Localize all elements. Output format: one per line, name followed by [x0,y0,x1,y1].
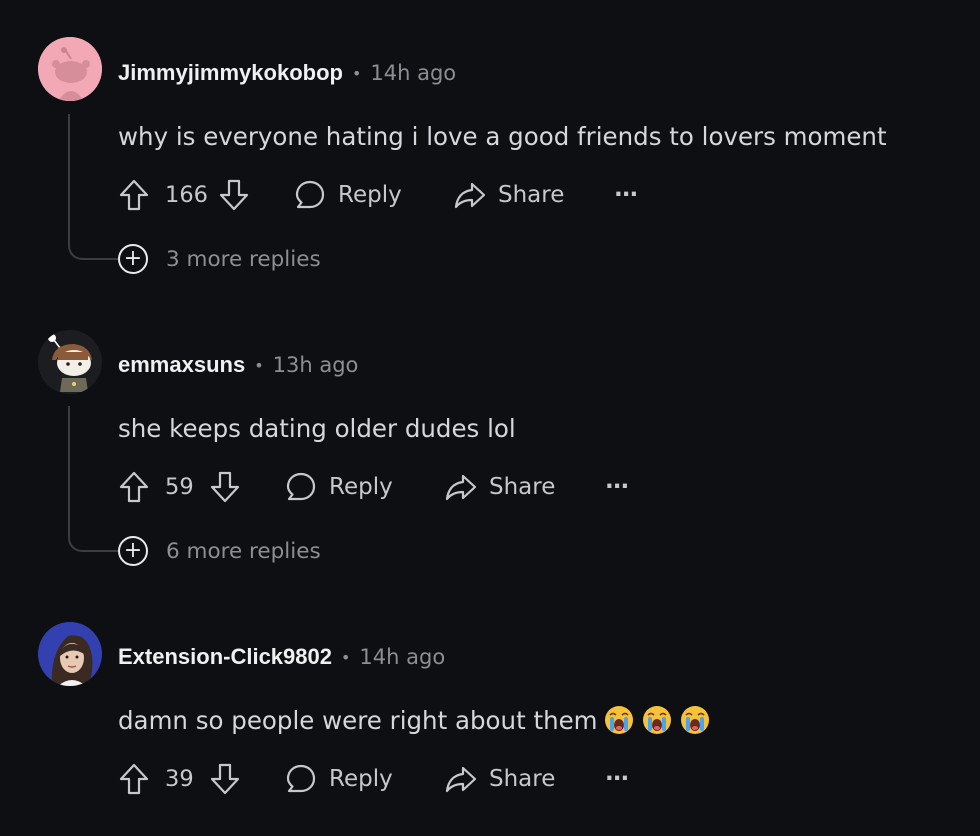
loudly-crying-face-icon [680,706,709,734]
share-arrow-icon [454,182,486,209]
timestamp[interactable]: 13h ago [273,353,359,377]
comment-meta: Extension-Click9802 • 14h ago [118,642,445,672]
meta-separator: • [351,63,362,83]
share-arrow-icon [445,474,477,501]
comment-meta: emmaxsuns • 13h ago [118,350,358,380]
reply-button[interactable]: Reply [294,175,402,215]
avatar[interactable] [38,37,102,101]
comment-meta: Jimmyjimmykokobop • 14h ago [118,58,456,88]
comment-bubble-icon [295,180,325,209]
vote-count: 166 [165,182,208,208]
more-replies-label: 6 more replies [166,538,321,564]
profile-photo-icon [38,622,102,686]
comment-bubble-icon [286,764,316,793]
username[interactable]: Extension-Click9802 [118,644,332,670]
meta-separator: • [340,647,351,667]
upvote-icon [119,763,149,795]
share-label: Share [489,474,556,500]
upvote-icon [119,179,149,211]
downvote-button[interactable] [209,759,241,799]
expand-plus-icon: + [118,244,148,274]
more-options-button[interactable]: ··· [605,759,629,799]
loudly-crying-face-icon [604,706,633,734]
loudly-crying-face-icon [642,706,671,734]
share-button[interactable]: Share [454,175,564,215]
share-button[interactable]: Share [445,759,555,799]
reply-button[interactable]: Reply [285,467,393,507]
comment-body: she keeps dating older dudes lol [118,413,516,443]
thread-line [68,406,120,552]
timestamp[interactable]: 14h ago [370,61,456,85]
comment-body: why is everyone hating i love a good fri… [118,121,887,151]
vote-count: 59 [165,474,194,500]
snoo-avatar-icon [38,37,102,101]
downvote-icon [210,763,240,795]
upvote-button[interactable] [118,467,150,507]
share-label: Share [489,766,556,792]
more-replies-link[interactable]: + 3 more replies [118,243,321,275]
downvote-icon [219,179,249,211]
upvote-icon [119,471,149,503]
share-arrow-icon [445,766,477,793]
more-options-button[interactable]: ··· [614,175,638,215]
avatar[interactable] [38,330,102,394]
reply-label: Reply [338,182,402,208]
timestamp[interactable]: 14h ago [359,645,445,669]
share-label: Share [498,182,565,208]
more-options-button[interactable]: ··· [605,467,629,507]
thread-line [68,114,120,260]
avatar[interactable] [38,622,102,686]
expand-plus-icon: + [118,536,148,566]
downvote-button[interactable] [218,175,250,215]
username[interactable]: emmaxsuns [118,352,245,378]
vote-count: 39 [165,766,194,792]
username[interactable]: Jimmyjimmykokobop [118,60,343,86]
reply-button[interactable]: Reply [285,759,393,799]
more-replies-link[interactable]: + 6 more replies [118,535,321,567]
reply-label: Reply [329,474,393,500]
downvote-icon [210,471,240,503]
comment-body: damn so people were right about them [118,702,710,738]
reply-label: Reply [329,766,393,792]
upvote-button[interactable] [118,175,150,215]
comment-bubble-icon [286,472,316,501]
comment-text: damn so people were right about them [118,705,598,735]
snoo-avatar-icon [38,330,102,394]
more-replies-label: 3 more replies [166,246,321,272]
downvote-button[interactable] [209,467,241,507]
upvote-button[interactable] [118,759,150,799]
share-button[interactable]: Share [445,467,555,507]
meta-separator: • [254,355,264,375]
